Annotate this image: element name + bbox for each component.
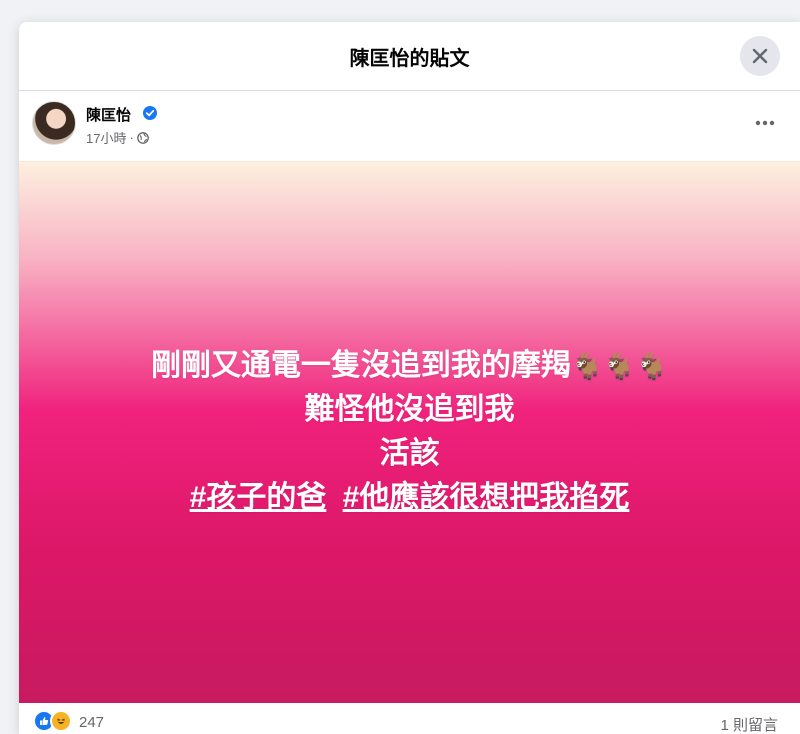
- post-hashtags: #孩子的爸 #他應該很想把我掐死: [19, 476, 800, 520]
- hashtag-link-2[interactable]: #他應該很想把我掐死: [343, 481, 630, 514]
- dialog-title: 陳匡怡的貼文: [349, 48, 470, 70]
- post-timestamp[interactable]: 17小時: [86, 128, 126, 147]
- post-line-2: 難怪他沒追到我: [304, 393, 515, 426]
- dialog-header: 陳匡怡的貼文: [19, 22, 800, 91]
- avatar[interactable]: [32, 101, 76, 145]
- post-content-background: 剛剛又通電一隻沒追到我的摩羯🐐🐐🐐 難怪他沒追到我 活該 #孩子的爸 #他應該很…: [19, 161, 800, 703]
- hashtag-link-1[interactable]: #孩子的爸: [190, 481, 327, 514]
- post-meta: 17小時 ·: [86, 128, 149, 147]
- verified-badge-icon: [143, 106, 157, 120]
- post-line-3: 活該: [379, 437, 440, 470]
- meta-separator: ·: [129, 130, 134, 145]
- close-icon: [752, 48, 768, 64]
- close-button[interactable]: [740, 36, 780, 76]
- reaction-count[interactable]: 247: [79, 714, 104, 731]
- post-line-1: 剛剛又通電一隻沒追到我的摩羯🐐🐐🐐: [19, 344, 800, 388]
- post-footer: 247 1 則留言: [19, 702, 800, 734]
- haha-reaction-icon: [50, 710, 72, 732]
- globe-icon: [136, 131, 149, 144]
- more-options-icon: [755, 120, 775, 126]
- goat-emoji: 🐐🐐🐐: [570, 351, 669, 381]
- more-options-button[interactable]: [748, 109, 782, 137]
- post-header: 陳匡怡 17小時 ·: [19, 91, 800, 161]
- author-name[interactable]: 陳匡怡: [86, 104, 131, 125]
- reaction-icons[interactable]: [33, 710, 72, 732]
- post-text: 剛剛又通電一隻沒追到我的摩羯🐐🐐🐐 難怪他沒追到我 活該 #孩子的爸 #他應該很…: [19, 344, 800, 520]
- post-dialog: 陳匡怡的貼文 陳匡怡 17小時 · 剛剛又通電一隻沒追到我的摩羯🐐🐐🐐 難怪他沒…: [19, 22, 800, 734]
- comment-count[interactable]: 1 則留言: [720, 714, 778, 734]
- post-line-1-text: 剛剛又通電一隻沒追到我的摩羯: [150, 349, 571, 382]
